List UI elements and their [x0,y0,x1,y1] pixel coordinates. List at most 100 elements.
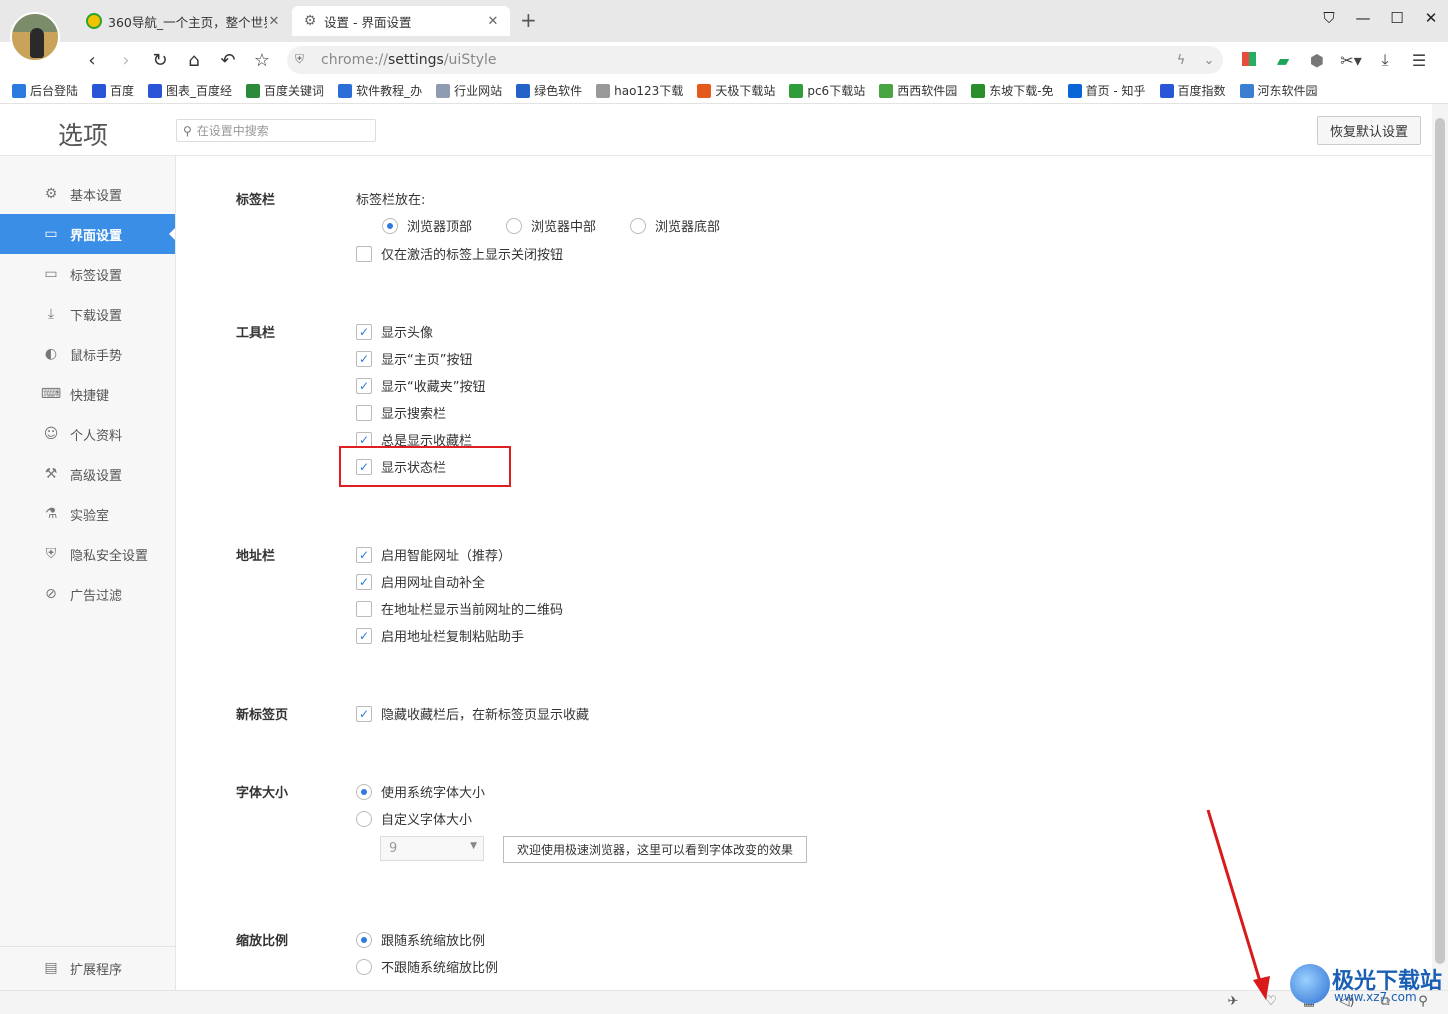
checkbox-close-active-only[interactable]: 仅在激活的标签上显示关闭按钮 [356,244,563,263]
download-icon[interactable]: ⤓ [1368,50,1402,70]
sidebar-item-download[interactable]: ⤓ 下载设置 [0,294,175,334]
sidebar-item-tab[interactable]: ▭ 标签设置 [0,254,175,294]
font-size-select[interactable]: 9 ▼ [380,836,484,861]
checkbox[interactable] [356,600,372,617]
radio[interactable] [382,217,398,234]
radio-label: 自定义字体大小 [381,813,473,828]
chat-icon[interactable]: ▰ [1266,51,1300,70]
pin-icon[interactable]: ⛉ [1312,0,1346,36]
bookmark-item[interactable]: 天极下载站 [697,82,775,99]
heart-icon[interactable]: ♡ [1252,994,1290,1009]
bookmark-item[interactable]: 东坡下载-免 [971,82,1054,99]
forward-button[interactable]: › [112,46,140,74]
bookmark-item[interactable]: 图表_百度经 [148,82,232,99]
checkbox[interactable]: ✓ [356,705,372,722]
search-input[interactable]: ⚲ 在设置中搜索 [176,119,376,142]
apps-icon[interactable] [1232,51,1266,70]
address-url[interactable]: chrome://settings/uiStyle [321,52,1167,68]
checkbox-row[interactable]: ✓ 启用地址栏复制粘贴助手 [356,626,524,645]
menu-icon[interactable]: ☰ [1402,51,1436,70]
scissors-icon[interactable]: ✂▾ [1334,51,1368,70]
radio[interactable] [356,810,372,827]
bookmark-item[interactable]: pc6下载站 [789,82,865,99]
radio-row[interactable]: 不跟随系统缩放比例 [356,957,498,976]
checkbox-row[interactable]: ✓ 显示“主页”按钮 [356,349,472,368]
maximize-button[interactable]: ☐ [1380,0,1414,36]
bookmark-item[interactable]: 百度 [92,82,134,99]
tab-settings[interactable]: ⚙ 设置 - 界面设置 ✕ [292,6,510,36]
radio-row[interactable]: 自定义字体大小 [356,809,472,828]
bookmark-item[interactable]: 河东软件园 [1239,82,1318,99]
extension-icon[interactable]: ⬢ [1300,51,1334,70]
bookmark-item[interactable]: 行业网站 [436,82,502,99]
close-icon[interactable]: ✕ [486,14,500,29]
radio[interactable] [630,217,647,234]
checkbox[interactable]: ✓ [356,627,372,644]
sidebar-item-flask[interactable]: ⚗ 实验室 [0,494,175,534]
bookmark-item[interactable]: hao123下载 [596,82,683,99]
radio-row[interactable]: 跟随系统缩放比例 [356,930,485,949]
sidebar-item-keyboard[interactable]: ⌨ 快捷键 [0,374,175,414]
sidebar-item-extensions[interactable]: ▤ 扩展程序 [0,948,175,988]
sidebar-item-person[interactable]: ☺ 个人资料 [0,414,175,454]
radio-tabbar-position[interactable]: 浏览器顶部 [382,216,472,235]
bookmark-favicon-icon [596,83,611,98]
radio-tabbar-position[interactable]: 浏览器中部 [506,216,596,235]
avatar[interactable] [10,12,60,62]
sidebar-item-gear[interactable]: ⚙ 基本设置 [0,174,175,214]
reload-button[interactable]: ↻ [146,46,174,74]
checkbox-row[interactable]: ✓ 隐藏收藏栏后，在新标签页显示收藏 [356,704,589,723]
bookmark-label: 绿色软件 [534,84,583,98]
tab-360-nav[interactable]: 360导航_一个主页，整个世界 ✕ [76,6,291,36]
checkbox[interactable] [356,404,372,421]
radio[interactable] [356,958,372,975]
address-bar[interactable]: ⛨ chrome://settings/uiStyle ϟ ⌄ [287,46,1223,74]
sidebar-item-window[interactable]: ▭ 界面设置 [0,214,175,254]
bookmark-item[interactable]: 软件教程_办 [338,82,422,99]
checkbox-row[interactable]: ✓ 启用智能网址（推荐） [356,545,511,564]
sidebar-item-wrench[interactable]: ⚒ 高级设置 [0,454,175,494]
lightning-icon[interactable]: ϟ [1167,53,1195,68]
bookmark-favicon-icon [1239,83,1254,98]
bookmark-item[interactable]: 西西软件园 [879,82,957,99]
back-button[interactable]: ‹ [78,46,106,74]
checkbox[interactable]: ✓ [356,323,372,340]
radio-row[interactable]: 使用系统字体大小 [356,782,485,801]
scrollbar[interactable] [1432,104,1448,990]
checkbox-row[interactable]: ✓ 启用网址自动补全 [356,572,485,591]
undo-close-button[interactable]: ↶ [214,46,242,74]
close-button[interactable]: ✕ [1414,0,1448,36]
sidebar-item-shield[interactable]: ⛨ 隐私安全设置 [0,534,175,574]
new-tab-button[interactable]: + [520,8,537,32]
bookmark-item[interactable]: 百度指数 [1159,82,1226,99]
rocket-icon[interactable]: ✈ [1214,994,1252,1009]
radio[interactable] [506,217,523,234]
sidebar-item-mouse[interactable]: ◐ 鼠标手势 [0,334,175,374]
scrollbar-thumb[interactable] [1435,118,1445,964]
checkbox-row[interactable]: 在地址栏显示当前网址的二维码 [356,599,563,618]
bookmark-item[interactable]: 首页 - 知乎 [1067,82,1146,99]
reset-defaults-button[interactable]: 恢复默认设置 [1317,116,1421,145]
radio[interactable] [356,783,372,800]
chevron-down-icon[interactable]: ⌄ [1195,53,1223,68]
bookmark-item[interactable]: 后台登陆 [12,82,78,99]
tab-title: 360导航_一个主页，整个世界 [108,14,267,30]
checkbox-row[interactable]: ✓ 显示头像 [356,322,433,341]
checkbox-row[interactable]: ✓ 显示“收藏夹”按钮 [356,376,485,395]
bookmark-item[interactable]: 百度关键词 [246,82,324,99]
close-icon[interactable]: ✕ [267,14,281,29]
checkbox[interactable]: ✓ [356,377,372,394]
checkbox[interactable] [356,245,372,262]
radio[interactable] [356,931,372,948]
home-button[interactable]: ⌂ [180,46,208,74]
sidebar-item-block[interactable]: ⊘ 广告过滤 [0,574,175,614]
bookmark-star-button[interactable]: ☆ [248,46,276,74]
minimize-button[interactable]: — [1346,0,1380,36]
checkbox[interactable]: ✓ [356,573,372,590]
bookmark-item[interactable]: 绿色软件 [516,82,582,99]
window-icon: ▭ [44,226,58,242]
radio-tabbar-position[interactable]: 浏览器底部 [630,216,720,235]
checkbox-row[interactable]: 显示搜索栏 [356,403,446,422]
checkbox[interactable]: ✓ [356,350,372,367]
checkbox[interactable]: ✓ [356,546,372,563]
